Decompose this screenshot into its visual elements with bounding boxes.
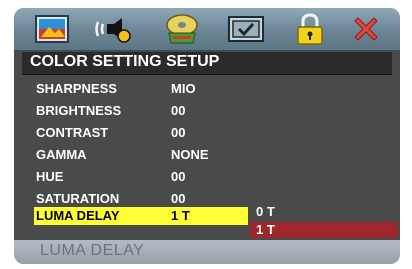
section-title: COLOR SETTING SETUP: [30, 53, 220, 70]
setting-row-sharpness[interactable]: SHARPNESS MIO: [36, 80, 246, 98]
option-1t-selected[interactable]: 1 T: [250, 222, 398, 238]
setting-row-contrast[interactable]: CONTRAST 00: [36, 124, 246, 142]
setting-row-brightness[interactable]: BRIGHTNESS 00: [36, 102, 246, 120]
setting-row-luma-delay[interactable]: LUMA DELAY 1 T: [34, 207, 248, 225]
setting-value: 1 T: [171, 208, 190, 223]
setting-row-hue[interactable]: HUE 00: [36, 168, 246, 186]
setting-label: CONTRAST: [36, 125, 109, 140]
video-disc-icon[interactable]: [160, 12, 204, 46]
setting-label: SHARPNESS: [36, 81, 117, 96]
menu-tab-bar: [14, 8, 400, 52]
setting-value: NONE: [171, 147, 209, 162]
audio-icon[interactable]: [92, 12, 136, 46]
setting-label: SATURATION: [36, 191, 120, 206]
setting-value: 00: [171, 125, 186, 140]
setting-value: 00: [171, 169, 186, 184]
preferences-icon[interactable]: [224, 12, 268, 46]
status-bar: LUMA DELAY: [14, 240, 400, 264]
status-text: LUMA DELAY: [40, 242, 145, 259]
setting-value: MIO: [171, 81, 196, 96]
setting-label: HUE: [36, 169, 64, 184]
setting-label: BRIGHTNESS: [36, 103, 122, 118]
setting-value: 00: [171, 103, 186, 118]
setting-row-saturation[interactable]: SATURATION 00: [36, 190, 246, 208]
option-label: 0 T: [256, 204, 275, 219]
option-label: 1 T: [256, 222, 275, 237]
picture-icon[interactable]: [30, 12, 74, 46]
setting-value: 00: [171, 191, 186, 206]
dvd-setup-menu: COLOR SETTING SETUP SHARPNESS MIO BRIGHT…: [14, 8, 400, 264]
setting-label: GAMMA: [36, 147, 87, 162]
settings-panel: SHARPNESS MIO BRIGHTNESS 00 CONTRAST 00 …: [22, 76, 398, 238]
setting-label: LUMA DELAY: [36, 208, 120, 223]
lock-icon[interactable]: [288, 12, 332, 46]
option-0t[interactable]: 0 T: [250, 204, 398, 220]
section-title-bar: COLOR SETTING SETUP: [22, 52, 392, 75]
setting-row-gamma[interactable]: GAMMA NONE: [36, 146, 246, 164]
close-icon[interactable]: [344, 12, 388, 46]
